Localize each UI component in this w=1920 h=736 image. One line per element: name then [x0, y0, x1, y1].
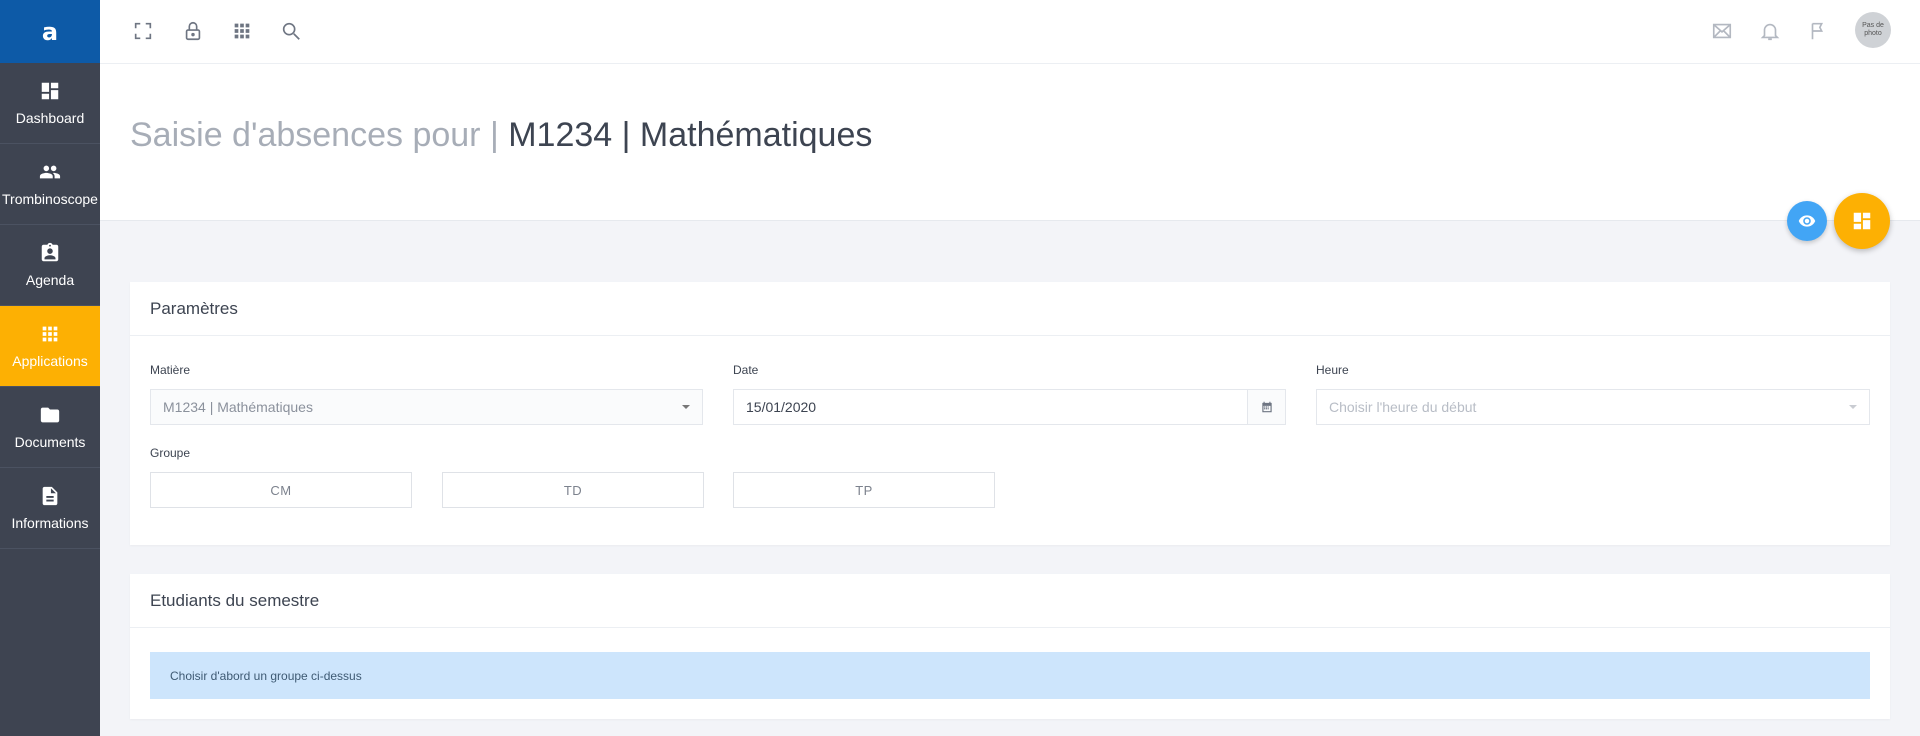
sidebar-item-informations[interactable]: Informations [0, 468, 100, 549]
calendar-button[interactable] [1248, 389, 1286, 425]
sidebar-item-label: Applications [12, 353, 88, 369]
eye-icon [1798, 215, 1816, 227]
brand-letter: a [41, 17, 59, 46]
group-td-button[interactable]: TD [442, 472, 704, 508]
flag-icon[interactable] [1807, 20, 1829, 42]
file-icon [39, 485, 61, 507]
date-value: 15/01/2020 [746, 399, 817, 415]
sidebar-item-label: Agenda [25, 272, 75, 288]
parameters-card-title: Paramètres [130, 282, 1890, 336]
sidebar: a Dashboard Trombinoscope Agenda Applica… [0, 0, 100, 736]
search-icon[interactable] [280, 20, 302, 42]
sidebar-item-label: Dashboard [15, 110, 85, 126]
sidebar-item-label: Informations [11, 515, 89, 531]
sidebar-item-dashboard[interactable]: Dashboard [0, 63, 100, 144]
folder-icon [39, 404, 61, 426]
avatar[interactable]: Pas de photo [1855, 12, 1891, 48]
chevron-down-icon [1849, 405, 1857, 409]
chevron-down-icon [682, 405, 690, 409]
matiere-label: Matière [150, 363, 191, 377]
brand-logo[interactable]: a [0, 0, 100, 63]
sidebar-item-documents[interactable]: Documents [0, 387, 100, 468]
agenda-icon [39, 242, 61, 264]
matiere-value: M1234 | Mathématiques [163, 399, 313, 415]
sidebar-item-applications[interactable]: Applications [0, 306, 100, 387]
apps-grid-icon [39, 323, 61, 345]
view-button[interactable] [1787, 201, 1827, 241]
students-card: Etudiants du semestre Choisir d'abord un… [130, 574, 1890, 719]
sidebar-item-trombinoscope[interactable]: Trombinoscope [0, 144, 100, 225]
date-input[interactable]: 15/01/2020 [733, 389, 1248, 425]
sidebar-item-label: Trombinoscope [2, 191, 98, 207]
info-alert: Choisir d'abord un groupe ci-dessus [150, 652, 1870, 699]
groupe-label: Groupe [150, 446, 191, 460]
fullscreen-icon[interactable] [132, 20, 154, 42]
heure-label: Heure [1316, 363, 1349, 377]
parameters-card: Paramètres Matière M1234 | Mathématiques… [130, 282, 1890, 545]
matiere-select[interactable]: M1234 | Mathématiques [150, 389, 703, 425]
page-title: Saisie d'absences pour | M1234 | Mathéma… [130, 116, 872, 155]
sidebar-item-agenda[interactable]: Agenda [0, 225, 100, 306]
sidebar-item-label: Documents [14, 434, 86, 450]
group-tp-button[interactable]: TP [733, 472, 995, 508]
dashboard-icon [39, 80, 61, 102]
dashboard-icon [1853, 212, 1871, 230]
lock-icon[interactable] [182, 20, 204, 42]
topbar: Pas de photo [100, 0, 1920, 64]
mail-icon[interactable] [1711, 20, 1733, 42]
grid-icon[interactable] [231, 20, 253, 42]
people-icon [39, 161, 61, 183]
dashboard-fab-button[interactable] [1834, 193, 1890, 249]
bell-icon[interactable] [1759, 20, 1781, 42]
avatar-text: Pas de photo [1862, 22, 1884, 37]
heure-placeholder: Choisir l'heure du début [1329, 399, 1477, 415]
students-card-title: Etudiants du semestre [130, 574, 1890, 628]
heure-select[interactable]: Choisir l'heure du début [1316, 389, 1870, 425]
page-title-main: M1234 | Mathématiques [508, 116, 873, 154]
date-label: Date [733, 363, 759, 377]
page-title-prefix: Saisie d'absences pour | [130, 116, 499, 154]
calendar-icon [1261, 401, 1272, 413]
page-header: Saisie d'absences pour | M1234 | Mathéma… [100, 64, 1920, 221]
group-cm-button[interactable]: CM [150, 472, 412, 508]
